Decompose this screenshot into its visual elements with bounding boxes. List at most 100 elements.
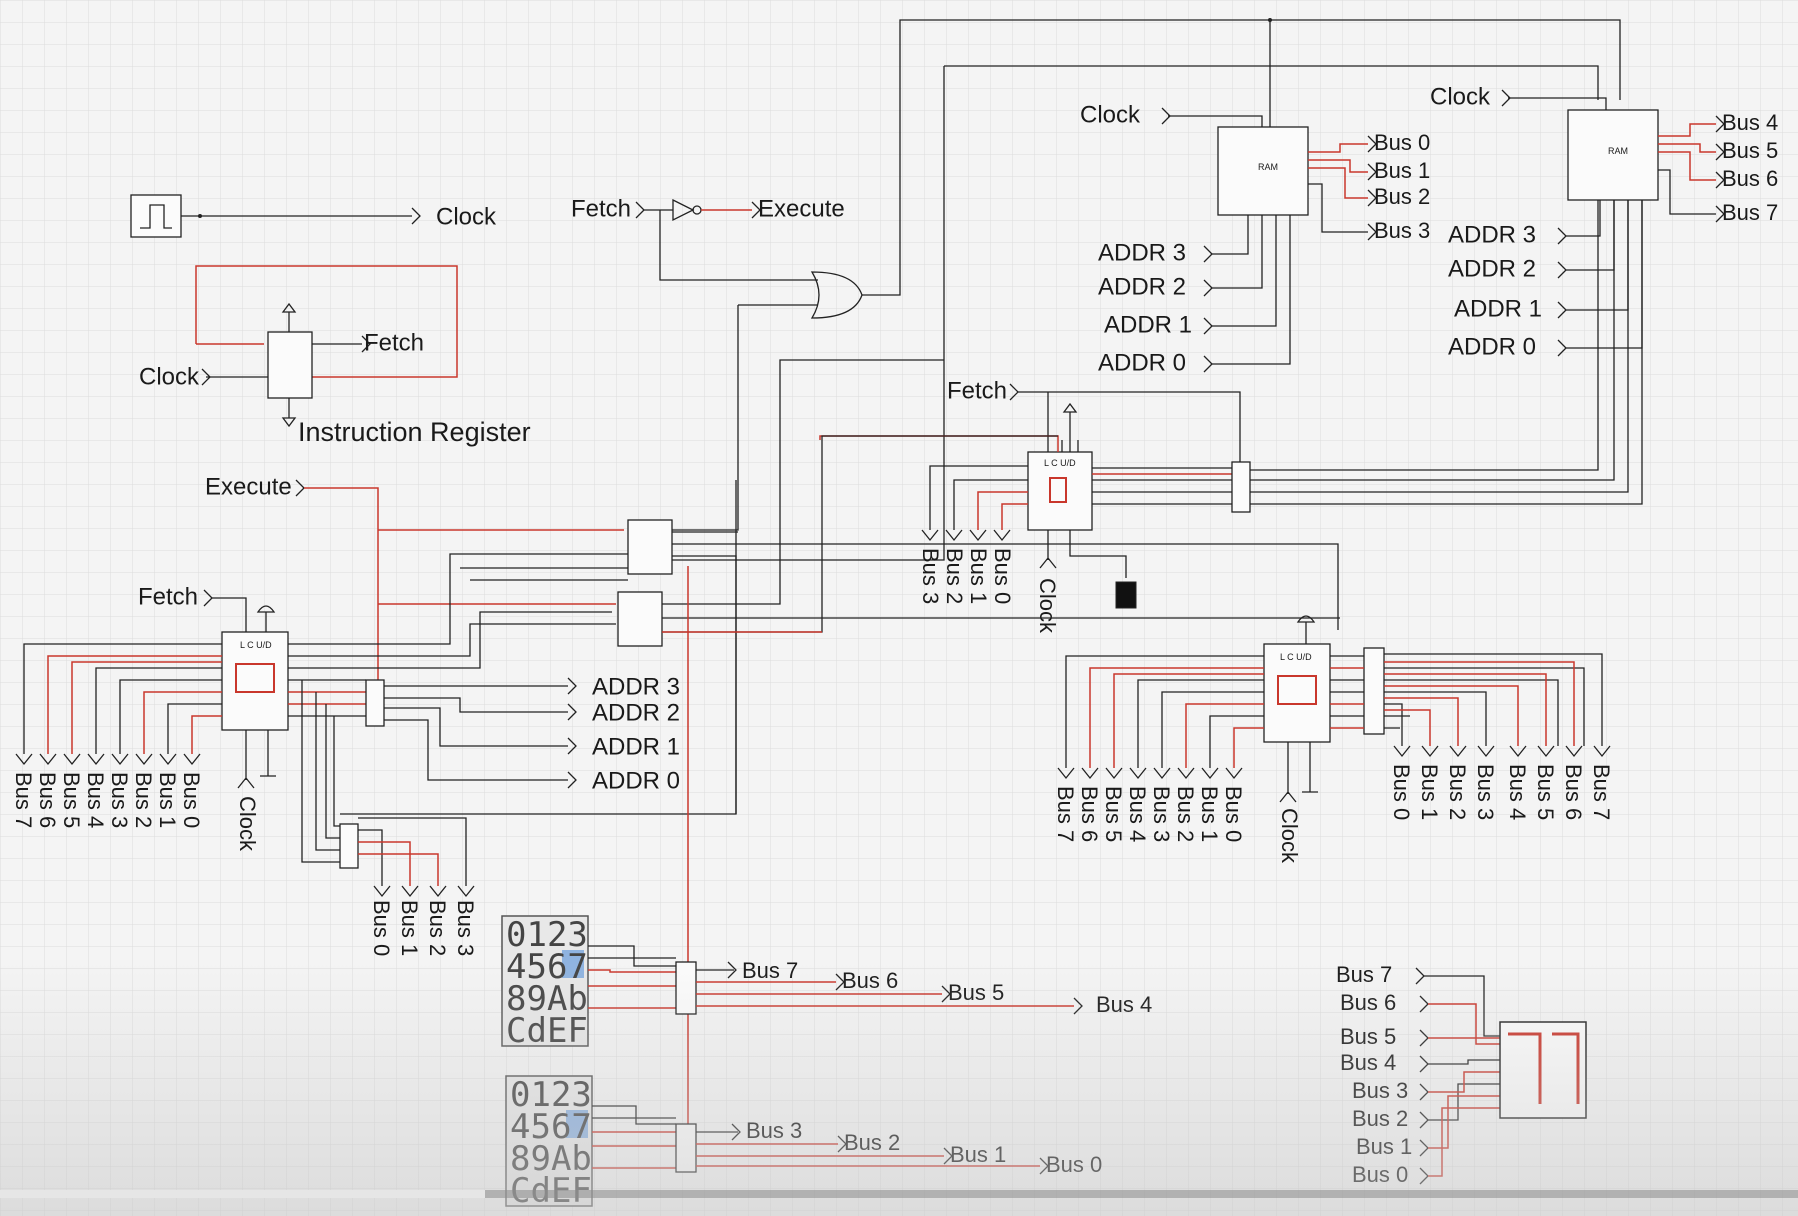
- reg-right-right-bus-3: Bus 3: [1473, 764, 1498, 820]
- reg-left-bus-1: Bus 1: [155, 772, 180, 828]
- pc-bus-labels: Bus 3 Bus 2 Bus 1 Bus 0: [918, 548, 1015, 604]
- reg-left-low-bus-1: Bus 1: [397, 900, 422, 956]
- reg-left-fetch: Fetch: [138, 583, 198, 610]
- ir-fetch-output: Fetch: [364, 329, 424, 356]
- display-in-bus-4: Bus 4: [1340, 1050, 1396, 1075]
- hex-lower-bus-0: Bus 0: [1046, 1152, 1102, 1177]
- ram-right-bus-6: Bus 6: [1722, 166, 1778, 191]
- circuit-canvas[interactable]: Clock Fetch Clock Instruction Register F…: [0, 0, 1798, 1216]
- display-in-bus-7: Bus 7: [1336, 962, 1392, 987]
- reg-left-splitter: [365, 679, 385, 727]
- reg-right-right-bus-5: Bus 5: [1533, 764, 1558, 820]
- reg-left-bus-7: Bus 7: [11, 772, 36, 828]
- display-in-bus-0: Bus 0: [1352, 1162, 1408, 1187]
- svg-text:RAM: RAM: [1608, 146, 1628, 156]
- ram-left-clock: Clock: [1080, 101, 1141, 128]
- pc-bus-3: Bus 3: [918, 548, 943, 604]
- reg-right-splitter: [1363, 647, 1385, 735]
- hex-lower-bus-2: Bus 2: [844, 1130, 900, 1155]
- reg-left-bus-labels: Bus 7 Bus 6 Bus 5 Bus 4 Bus 3 Bus 2 Bus …: [11, 772, 204, 828]
- reg-right-left-bus-3: Bus 3: [1149, 786, 1174, 842]
- mux-block-lower[interactable]: [617, 591, 663, 647]
- reg-right-right-bus-1: Bus 1: [1417, 764, 1442, 820]
- reg-left-addr-2: ADDR 2: [592, 699, 680, 726]
- svg-text:RAM: RAM: [1258, 162, 1278, 172]
- svg-text:L C U/D: L C U/D: [1044, 458, 1076, 468]
- reg-left-low-bus-2: Bus 2: [425, 900, 450, 956]
- svg-text:L C U/D: L C U/D: [240, 640, 272, 650]
- svg-text:L C U/D: L C U/D: [1280, 652, 1312, 662]
- display-in-bus-2: Bus 2: [1352, 1106, 1408, 1131]
- reg-left-bus-3: Bus 3: [107, 772, 132, 828]
- hex-keypad-upper[interactable]: 0123 4567 89Ab CdEF: [501, 915, 589, 1051]
- ram-left-addr-3: ADDR 3: [1098, 239, 1186, 266]
- reg-left-low-bus-0: Bus 0: [369, 900, 394, 956]
- pc-bus-2: Bus 2: [942, 548, 967, 604]
- reg-left-clock: Clock: [235, 796, 260, 852]
- reg-left-low-bus-3: Bus 3: [453, 900, 478, 956]
- video-progress-fill: [0, 1190, 486, 1198]
- clock-source[interactable]: [130, 194, 182, 238]
- display-in-bus-5: Bus 5: [1340, 1024, 1396, 1049]
- reg-left-bus-4: Bus 4: [83, 772, 108, 828]
- ram-right-addr-3: ADDR 3: [1448, 221, 1536, 248]
- reg-right-left-bus-0: Bus 0: [1221, 786, 1246, 842]
- ram-right-bus-5: Bus 5: [1722, 138, 1778, 163]
- hex-upper-bus-5: Bus 5: [948, 980, 1004, 1005]
- ir-clock-input: Clock: [139, 363, 200, 390]
- hex-lower-bus-3: Bus 3: [746, 1118, 802, 1143]
- reg-left-addr-3: ADDR 3: [592, 673, 680, 700]
- reg-left-bus-5: Bus 5: [59, 772, 84, 828]
- fetch-input-label: Fetch: [571, 195, 631, 222]
- instruction-register-title: Instruction Register: [298, 417, 531, 447]
- instruction-register-flipflop[interactable]: [267, 331, 313, 399]
- display-in-bus-3: Bus 3: [1352, 1078, 1408, 1103]
- reg-right-right-bus-7: Bus 7: [1589, 764, 1614, 820]
- reg-left-bus-0: Bus 0: [179, 772, 204, 828]
- hex-upper-bus-6: Bus 6: [842, 968, 898, 993]
- display-in-bus-6: Bus 6: [1340, 990, 1396, 1015]
- reg-left-execute: Execute: [205, 473, 292, 500]
- pc-splitter: [1231, 461, 1251, 513]
- reg-right-right-bus-4: Bus 4: [1505, 764, 1530, 820]
- reg-right-left-bus-5: Bus 5: [1101, 786, 1126, 842]
- ram-right-clock: Clock: [1430, 83, 1491, 110]
- reg-right-left-bus-2: Bus 2: [1173, 786, 1198, 842]
- ram-left-bus-3: Bus 3: [1374, 218, 1430, 243]
- ram-left-bus-2: Bus 2: [1374, 184, 1430, 209]
- pc-fetch-label: Fetch: [947, 377, 1007, 404]
- pc-bus-0: Bus 0: [990, 548, 1015, 604]
- video-progress-bar[interactable]: [0, 1190, 1798, 1198]
- reg-right-clock: Clock: [1277, 808, 1302, 864]
- ram-right-bus-4: Bus 4: [1722, 110, 1778, 135]
- hex-upper-row-3: CdEF: [506, 1011, 588, 1051]
- hex-lower-splitter: [675, 1123, 697, 1173]
- reg-right-left-bus-4: Bus 4: [1125, 786, 1150, 842]
- reg-left-addr-0: ADDR 0: [592, 767, 680, 794]
- ram-right-addr-0: ADDR 0: [1448, 333, 1536, 360]
- execute-output-label: Execute: [758, 195, 845, 222]
- reg-right-bus-left-labels: Bus 7 Bus 6 Bus 5 Bus 4 Bus 3 Bus 2 Bus …: [1053, 786, 1246, 842]
- reg-right-right-bus-2: Bus 2: [1445, 764, 1470, 820]
- hex-upper-bus-4: Bus 4: [1096, 992, 1152, 1017]
- ram-left-addr-2: ADDR 2: [1098, 273, 1186, 300]
- mux-block-upper[interactable]: [627, 519, 673, 575]
- clock-output-label: Clock: [436, 203, 497, 230]
- reg-left-addr-1: ADDR 1: [592, 733, 680, 760]
- ram-left-addr-1: ADDR 1: [1104, 311, 1192, 338]
- ram-left-bus-0: Bus 0: [1374, 130, 1430, 155]
- pc-halt-indicator: [1115, 581, 1137, 609]
- reg-left-bus-6: Bus 6: [35, 772, 60, 828]
- reg-right-right-bus-0: Bus 0: [1389, 764, 1414, 820]
- display-in-bus-1: Bus 1: [1356, 1134, 1412, 1159]
- reg-left-bus-2: Bus 2: [131, 772, 156, 828]
- ram-left-bus-1: Bus 1: [1374, 158, 1430, 183]
- ram-left-addr-0: ADDR 0: [1098, 349, 1186, 376]
- pc-bus-1: Bus 1: [966, 548, 991, 604]
- reg-right-left-bus-7: Bus 7: [1053, 786, 1078, 842]
- reg-left-low-splitter: [339, 823, 359, 869]
- reg-right-left-bus-1: Bus 1: [1197, 786, 1222, 842]
- ram-right-addr-1: ADDR 1: [1454, 295, 1542, 322]
- hex-upper-bus-7: Bus 7: [742, 958, 798, 983]
- pc-clock: Clock: [1035, 578, 1060, 634]
